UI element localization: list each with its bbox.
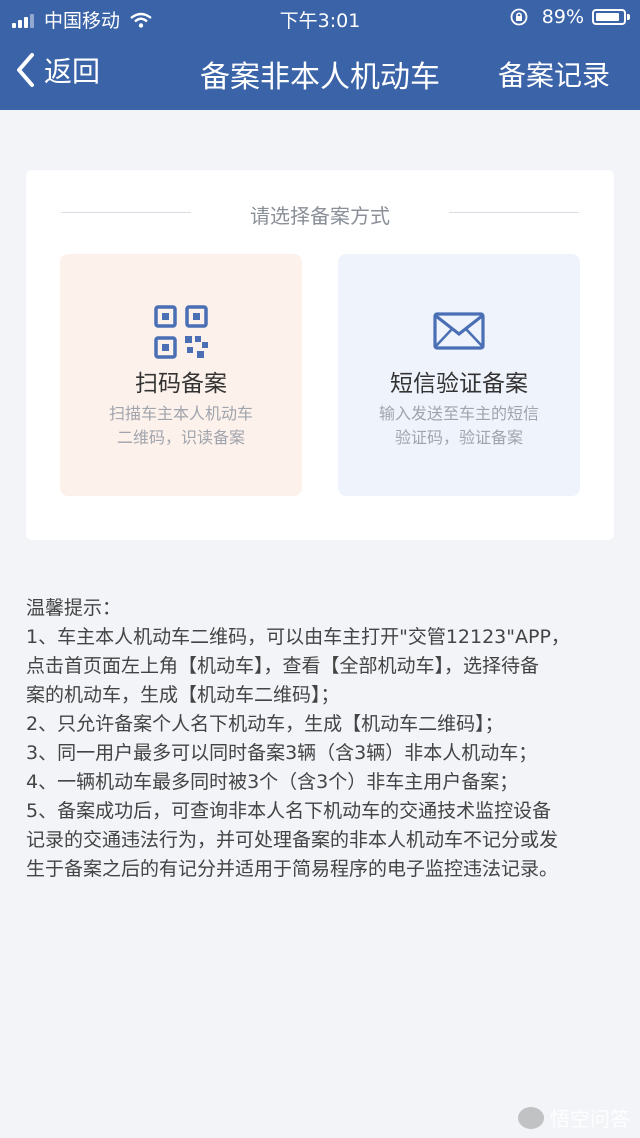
watermark: 悟空问答 bbox=[518, 1103, 630, 1132]
option-desc-line: 验证码，验证备案 bbox=[394, 428, 523, 447]
tip-line: 生于备案之后的有记分并适用于简易程序的电子监控违法记录。 bbox=[26, 858, 559, 880]
option-desc-line: 扫描车主本人机动车 bbox=[108, 404, 253, 423]
tip-line: 2、只允许备案个人名下机动车，生成【机动车二维码】； bbox=[26, 713, 504, 735]
section-title: 请选择备案方式 bbox=[250, 204, 390, 228]
qr-code-icon bbox=[154, 305, 208, 359]
watermark-text: 悟空问答 bbox=[550, 1107, 630, 1131]
envelope-icon bbox=[433, 312, 485, 350]
sms-verify-option[interactable]: 短信验证备案 输入发送至车主的短信 验证码，验证备案 bbox=[338, 254, 580, 496]
tip-line: 记录的交通违法行为，并可处理备案的非本人机动车不记分或发 bbox=[26, 829, 559, 851]
option-description: 扫描车主本人机动车 二维码，识读备案 bbox=[60, 402, 302, 450]
method-card: 请选择备案方式 扫码备案 扫描车主本人机动车 二维码，识读备案 短信验证备案 输… bbox=[26, 170, 614, 540]
option-desc-line: 二维码，识读备案 bbox=[116, 428, 245, 447]
rotation-lock-icon bbox=[510, 8, 528, 26]
divider-right bbox=[449, 212, 579, 213]
battery-label: 89% bbox=[541, 6, 584, 28]
status-bar: 中国移动 下午3:01 89% bbox=[0, 0, 640, 34]
records-button[interactable]: 备案记录 bbox=[498, 54, 610, 94]
option-name: 扫码备案 bbox=[135, 371, 227, 397]
option-description: 输入发送至车主的短信 验证码，验证备案 bbox=[338, 402, 580, 450]
scan-qr-option[interactable]: 扫码备案 扫描车主本人机动车 二维码，识读备案 bbox=[60, 254, 302, 496]
tips-section: 温馨提示： 1、车主本人机动车二维码，可以由车主打开"交管12123"APP， … bbox=[26, 594, 622, 884]
tip-line: 4、一辆机动车最多同时被3个（含3个）非车主用户备案； bbox=[26, 771, 519, 793]
tips-heading: 温馨提示： bbox=[26, 597, 122, 619]
tip-line: 1、车主本人机动车二维码，可以由车主打开"交管12123"APP， bbox=[26, 626, 570, 648]
tip-line: 点击首页面左上角【机动车】，查看【全部机动车】，选择待备 bbox=[26, 655, 540, 677]
navigation-bar: 返回 备案非本人机动车 备案记录 bbox=[0, 36, 640, 110]
battery-icon bbox=[592, 9, 630, 25]
chat-bubble-icon bbox=[518, 1106, 544, 1129]
option-desc-line: 输入发送至车主的短信 bbox=[378, 404, 539, 423]
tip-line: 3、同一用户最多可以同时备案3辆（含3辆）非本人机动车； bbox=[26, 742, 538, 764]
top-bar: 中国移动 下午3:01 89% 返回 备案非本人机动车 备案记录 bbox=[0, 0, 640, 110]
option-name: 短信验证备案 bbox=[390, 371, 528, 397]
tip-line: 5、备案成功后，可查询非本人名下机动车的交通技术监控设备 bbox=[26, 800, 552, 822]
tip-line: 案的机动车，生成【机动车二维码】； bbox=[26, 684, 340, 706]
